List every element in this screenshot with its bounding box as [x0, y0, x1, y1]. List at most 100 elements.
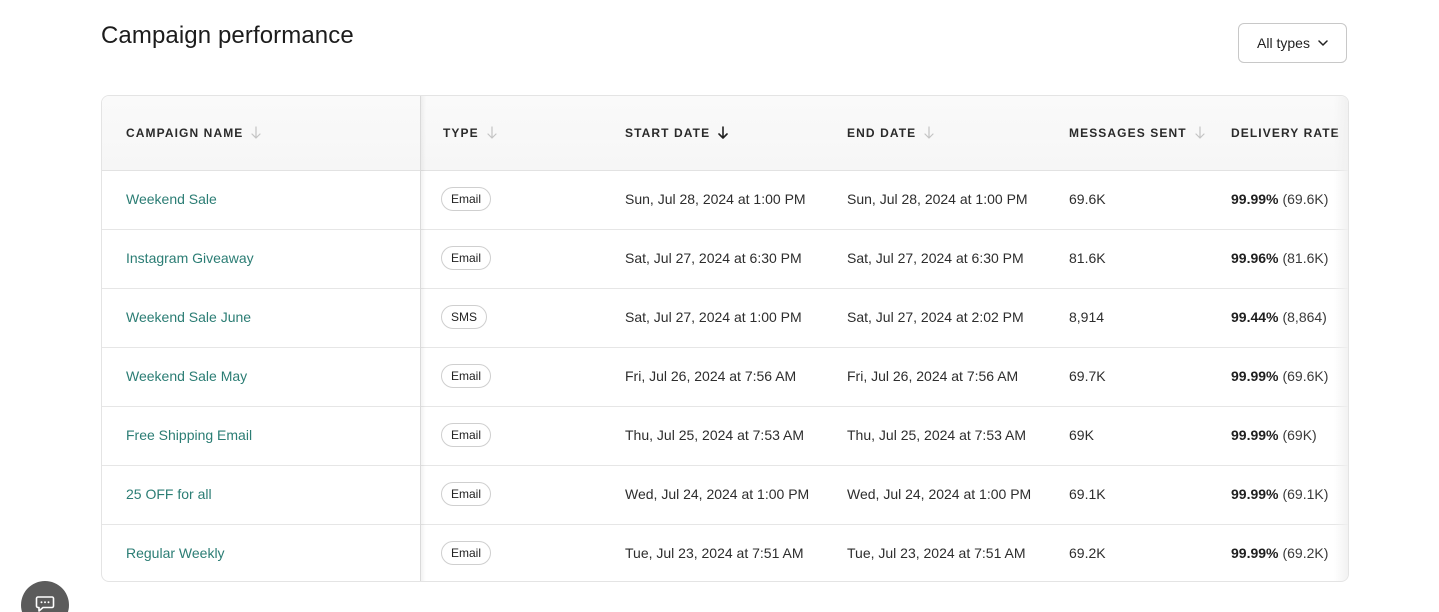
- delivery-rate-percent: 99.96%: [1231, 250, 1279, 266]
- type-filter-dropdown[interactable]: All types: [1238, 23, 1347, 63]
- table-row[interactable]: Free Shipping Email Email Thu, Jul 25, 202…: [102, 406, 1348, 466]
- column-header-start[interactable]: START DATE: [625, 96, 729, 170]
- campaign-name-cell: Free Shipping Email: [126, 406, 252, 464]
- messages-sent-cell: 81.6K: [1069, 250, 1106, 266]
- delivery-rate-cell: 99.96% (81.6K): [1231, 229, 1328, 287]
- sort-arrow-icon[interactable]: [487, 126, 497, 140]
- messages-sent-cell: 69.6K: [1069, 191, 1106, 207]
- delivery-rate-percent: 99.99%: [1231, 368, 1279, 384]
- delivery-rate-percent: 99.99%: [1231, 427, 1279, 443]
- table-row[interactable]: Regular Weekly Email Tue, Jul 23, 2024 at …: [102, 524, 1348, 581]
- sort-arrow-active-icon[interactable]: [718, 126, 729, 140]
- start-date-cell: Fri, Jul 26, 2024 at 7:56 AM: [625, 368, 797, 384]
- delivery-rate-cell: 99.99% (69.6K): [1231, 347, 1328, 405]
- delivery-rate-count: (8,864): [1282, 309, 1327, 325]
- delivery-rate-count: (69.1K): [1282, 486, 1329, 502]
- chat-button[interactable]: [21, 581, 69, 612]
- delivery-rate-count: (69K): [1282, 427, 1317, 443]
- end-date-cell: Sat, Jul 27, 2024 at 6:30 PM: [847, 250, 1024, 266]
- sort-arrow-icon[interactable]: [251, 126, 262, 140]
- column-header-end[interactable]: END DATE: [847, 96, 934, 170]
- campaign-name-link[interactable]: Weekend Sale: [126, 191, 217, 207]
- end-date-cell: Sun, Jul 28, 2024 at 1:00 PM: [847, 191, 1028, 207]
- column-header-label: CAMPAIGN NAME: [126, 126, 244, 140]
- delivery-rate-cell: 99.99% (69K): [1231, 406, 1317, 464]
- sticky-column-shadow: [420, 96, 426, 581]
- column-header-rate[interactable]: DELIVERY RATE: [1231, 96, 1348, 170]
- delivery-rate-count: (69.2K): [1282, 545, 1329, 561]
- column-header-type[interactable]: TYPE: [443, 96, 497, 170]
- page-title: Campaign performance: [101, 22, 354, 49]
- messages-sent-cell: 69.1K: [1069, 486, 1106, 502]
- delivery-rate-percent: 99.44%: [1231, 309, 1279, 325]
- start-date-cell: Thu, Jul 25, 2024 at 7:53 AM: [625, 427, 805, 443]
- type-badge: Email: [441, 423, 492, 447]
- chat-bubble-icon: [35, 596, 55, 612]
- type-cell: Email: [441, 347, 492, 405]
- type-badge: Email: [441, 187, 492, 211]
- end-date-cell: Wed, Jul 24, 2024 at 1:00 PM: [847, 486, 1032, 502]
- column-header-label: TYPE: [443, 126, 479, 140]
- type-badge: Email: [441, 364, 492, 388]
- start-date-cell: Tue, Jul 23, 2024 at 7:51 AM: [625, 545, 804, 561]
- type-badge: SMS: [441, 305, 488, 329]
- campaign-name-cell: Weekend Sale May: [126, 347, 247, 405]
- delivery-rate-percent: 99.99%: [1231, 486, 1279, 502]
- type-cell: SMS: [441, 288, 488, 346]
- delivery-rate-count: (81.6K): [1282, 250, 1329, 266]
- campaign-name-link[interactable]: Regular Weekly: [126, 545, 225, 561]
- campaign-name-link[interactable]: Weekend Sale June: [126, 309, 251, 325]
- delivery-rate-count: (69.6K): [1282, 368, 1329, 384]
- delivery-rate-percent: 99.99%: [1231, 545, 1279, 561]
- start-date-cell: Wed, Jul 24, 2024 at 1:00 PM: [625, 486, 810, 502]
- type-filter-label: All types: [1257, 35, 1310, 51]
- type-cell: Email: [441, 465, 492, 523]
- type-badge: Email: [441, 246, 492, 270]
- messages-sent-cell: 69.2K: [1069, 545, 1106, 561]
- delivery-rate-cell: 99.99% (69.2K): [1231, 524, 1329, 581]
- table-row[interactable]: Instagram Giveaway Email Sat, Jul 27, 2024…: [102, 229, 1348, 289]
- end-date-cell: Fri, Jul 26, 2024 at 7:56 AM: [847, 368, 1019, 384]
- type-cell: Email: [441, 406, 492, 464]
- delivery-rate-percent: 99.99%: [1231, 191, 1279, 207]
- start-date-cell: Sun, Jul 28, 2024 at 1:00 PM: [625, 191, 806, 207]
- type-cell: Email: [441, 229, 492, 287]
- end-date-cell: Thu, Jul 25, 2024 at 7:53 AM: [847, 427, 1027, 443]
- table-row[interactable]: 25 OFF for all Email Wed, Jul 24, 2024 at …: [102, 465, 1348, 525]
- campaign-name-link[interactable]: Free Shipping Email: [126, 427, 252, 443]
- campaign-name-cell: Regular Weekly: [126, 524, 225, 581]
- sort-arrow-icon[interactable]: [1195, 126, 1205, 140]
- messages-sent-cell: 8,914: [1069, 309, 1105, 325]
- column-header-label: END DATE: [847, 126, 917, 140]
- campaign-name-cell: Weekend Sale June: [126, 288, 251, 346]
- column-header-sent[interactable]: MESSAGES SENT: [1069, 96, 1205, 170]
- column-header-label: MESSAGES SENT: [1069, 126, 1187, 140]
- campaign-name-link[interactable]: Instagram Giveaway: [126, 250, 254, 266]
- campaign-name-cell: Instagram Giveaway: [126, 229, 254, 287]
- type-cell: Email: [441, 170, 492, 228]
- table-row[interactable]: Weekend Sale June SMS Sat, Jul 27, 2024 at…: [102, 288, 1348, 348]
- end-date-cell: Tue, Jul 23, 2024 at 7:51 AM: [847, 545, 1026, 561]
- campaign-name-cell: Weekend Sale: [126, 170, 217, 228]
- horizontal-scroll-fade: [1334, 96, 1348, 581]
- column-header-name[interactable]: CAMPAIGN NAME: [126, 96, 262, 170]
- end-date-cell: Sat, Jul 27, 2024 at 2:02 PM: [847, 309, 1024, 325]
- campaign-table: CAMPAIGN NAME TYPE START DATE END DATE MESSA…: [101, 95, 1349, 582]
- start-date-cell: Sat, Jul 27, 2024 at 6:30 PM: [625, 250, 802, 266]
- delivery-rate-cell: 99.44% (8,864): [1231, 288, 1327, 346]
- messages-sent-cell: 69.7K: [1069, 368, 1106, 384]
- start-date-cell: Sat, Jul 27, 2024 at 1:00 PM: [625, 309, 802, 325]
- table-row[interactable]: Weekend Sale May Email Fri, Jul 26, 2024 a…: [102, 347, 1348, 407]
- campaign-name-link[interactable]: 25 OFF for all: [126, 486, 212, 502]
- column-header-label: DELIVERY RATE: [1231, 126, 1340, 140]
- sort-arrow-icon[interactable]: [924, 126, 934, 140]
- type-badge: Email: [441, 482, 492, 506]
- table-row[interactable]: Weekend Sale Email Sun, Jul 28, 2024 at 1:…: [102, 170, 1348, 230]
- campaign-name-link[interactable]: Weekend Sale May: [126, 368, 247, 384]
- delivery-rate-count: (69.6K): [1282, 191, 1329, 207]
- delivery-rate-cell: 99.99% (69.1K): [1231, 465, 1328, 523]
- chevron-down-icon: [1318, 40, 1328, 46]
- messages-sent-cell: 69K: [1069, 427, 1094, 443]
- delivery-rate-cell: 99.99% (69.6K): [1231, 170, 1328, 228]
- type-badge: Email: [441, 541, 492, 565]
